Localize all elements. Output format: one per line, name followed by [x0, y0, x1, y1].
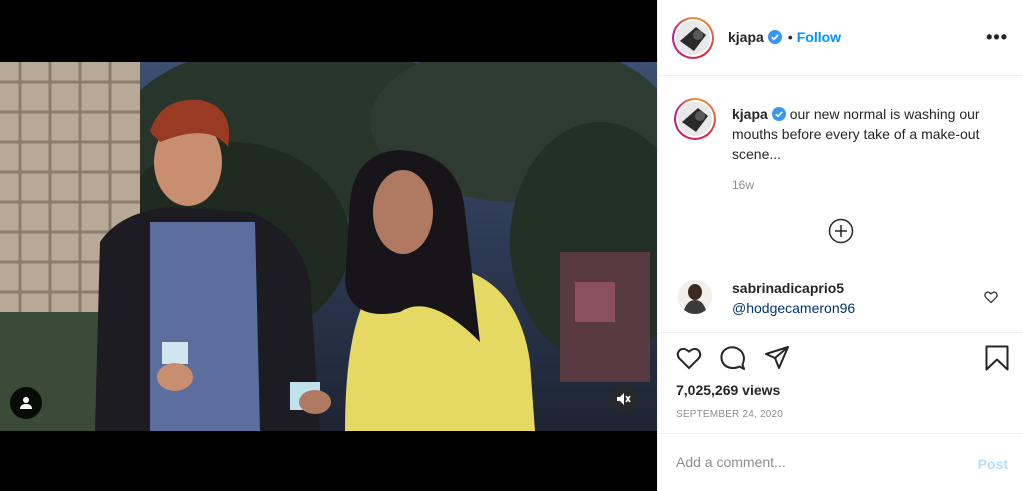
commenter-username[interactable]: sabrinadicaprio5 — [732, 280, 844, 296]
verified-badge-icon — [771, 107, 786, 121]
caption-author-username[interactable]: kjapa — [732, 106, 768, 122]
verified-badge-icon — [767, 30, 782, 44]
caption-body: kjapa our new normal is washing our mout… — [732, 104, 1000, 164]
view-count[interactable]: 7,025,269 views — [676, 382, 780, 398]
add-comment-input[interactable] — [676, 452, 956, 472]
post-date[interactable]: SEPTEMBER 24, 2020 — [676, 409, 783, 420]
more-options-icon[interactable]: ••• — [986, 28, 1008, 46]
video-frame — [0, 62, 657, 431]
follow-button[interactable]: Follow — [797, 29, 841, 45]
post-header: kjapa • Follow ••• — [658, 0, 1023, 76]
save-bookmark-icon[interactable] — [984, 345, 1010, 371]
author-avatar-image — [676, 21, 710, 55]
caption-text: our new normal is washing our mouths bef… — [732, 106, 980, 162]
post-comment-button[interactable]: Post — [978, 456, 1008, 472]
header-meta: kjapa • Follow — [728, 29, 841, 47]
like-heart-icon[interactable] — [676, 345, 702, 371]
caption-timestamp[interactable]: 16w — [732, 178, 754, 192]
caption-author-avatar[interactable] — [674, 98, 716, 140]
load-more-comments-icon[interactable] — [828, 218, 854, 244]
caption-author-avatar-image — [678, 102, 712, 136]
muted-speaker-icon — [617, 393, 631, 405]
commenter-avatar[interactable] — [678, 280, 712, 314]
add-comment-bar: Post — [658, 433, 1023, 491]
mute-toggle-button[interactable] — [608, 384, 638, 414]
author-username[interactable]: kjapa — [728, 29, 764, 45]
post-actions: 7,025,269 views SEPTEMBER 24, 2020 — [658, 332, 1023, 432]
comment-like-heart-icon[interactable] — [984, 290, 998, 304]
video-player[interactable] — [0, 62, 657, 431]
post-panel: kjapa • Follow ••• kjapa our new normal is… — [657, 0, 1023, 491]
user-tag-icon — [20, 397, 32, 409]
comment-mention-link[interactable]: @hodgecameron96 — [732, 300, 855, 316]
author-avatar[interactable] — [672, 17, 714, 59]
post-media — [0, 0, 657, 491]
comment-item: sabrinadicaprio5 @hodgecameron96 — [674, 278, 1014, 322]
comment-bubble-icon[interactable] — [720, 345, 746, 371]
separator-dot: • — [787, 29, 793, 45]
user-tag-button[interactable] — [10, 387, 42, 419]
share-paper-plane-icon[interactable] — [764, 345, 790, 371]
